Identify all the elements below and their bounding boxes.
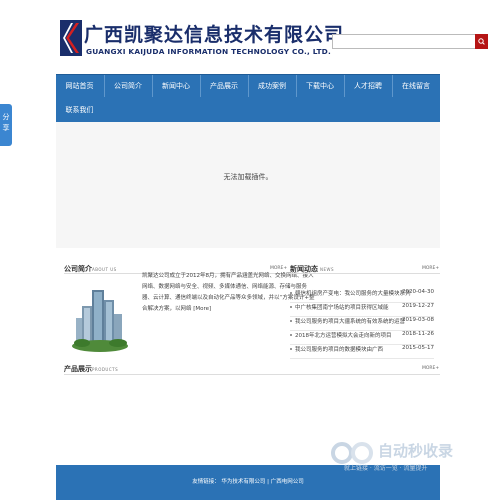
nav-item-downloads[interactable]: 下载中心 [296,75,344,97]
news-item-title[interactable]: 中广核集团南宁场站的项目获得区域能 [295,303,389,311]
news-item[interactable]: 中广核集团南宁场站的项目获得区域能 2019-12-27 [288,303,440,317]
news-item-date: 2019-12-27 [402,303,434,309]
search-icon [478,38,485,45]
company-logo-icon [60,20,82,56]
news-item[interactable]: 疆信机组房产变电：我公司服务的大量模块系列 2020-04-30 [288,289,440,303]
bullet-icon [290,306,292,308]
bullet-icon [290,292,292,294]
nav-item-jobs[interactable]: 人才招聘 [344,75,392,97]
news-section-subtitle: NEWS [320,267,335,272]
row-divider [290,358,434,359]
about-section-subtitle: ABOUT US [92,267,117,272]
nav-item-cases[interactable]: 成功案例 [248,75,296,97]
news-item[interactable]: 2018年北方运营模拟大会走向新的项目 2018-11-26 [288,331,440,345]
nav-item-news[interactable]: 新闻中心 [152,75,200,97]
header: 广西凯聚达信息技术有限公司 GUANGXI KAIJUDA INFORMATIO… [56,12,488,72]
company-name-cn: 广西凯聚达信息技术有限公司 [84,24,345,46]
page-container: 广西凯聚达信息技术有限公司 GUANGXI KAIJUDA INFORMATIO… [56,0,488,500]
company-name-en: GUANGXI KAIJUDA INFORMATION TECHNOLOGY C… [86,47,332,56]
nav-item-about[interactable]: 公司简介 [104,75,152,97]
share-tab-label: 分享 [2,113,10,132]
nav-item-guestbook[interactable]: 在线留言 [392,75,440,97]
news-item[interactable]: 我公司服务的项目的数据模块由广西 2015-05-17 [288,345,440,359]
bullet-icon [290,320,292,322]
section-divider [290,273,440,274]
search-button[interactable] [475,34,488,49]
news-item-date: 2018-11-26 [402,331,434,337]
news-item-title[interactable]: 疆信机组房产变电：我公司服务的大量模块系列 [295,289,411,297]
news-item-title[interactable]: 2018年北方运营模拟大会走向新的项目 [295,331,392,339]
news-item-date: 2015-05-17 [402,345,434,351]
news-item-title[interactable]: 我公司服务的项目的数据模块由广西 [295,345,383,353]
watermark: 自动秒收录 就上链接 · 流访一览 · 流量提升 [330,440,490,480]
news-item-date: 2019-03-08 [402,317,434,323]
products-section-subtitle: PRODUCTS [92,367,119,372]
plugin-error-message: 无法加载插件。 [223,173,273,181]
search-input[interactable] [332,34,476,49]
banner: 无法加载插件。 [56,122,440,248]
nav-item-home[interactable]: 网站首页 [56,75,103,97]
watermark-subtext: 就上链接 · 流访一览 · 流量提升 [344,465,428,472]
news-more-link[interactable]: MORE+ [422,266,439,271]
section-divider [64,374,440,375]
products-section-title: 产品展示 [64,365,92,373]
building-image [70,288,130,354]
news-item-date: 2020-04-30 [402,289,434,295]
nav-item-products[interactable]: 产品展示 [200,75,248,97]
bullet-icon [290,348,292,350]
news-item[interactable]: 我公司服务的项目大疆系统的有效系统的运营 2019-03-08 [288,317,440,331]
products-more-link[interactable]: MORE+ [422,366,439,371]
news-item-title[interactable]: 我公司服务的项目大疆系统的有效系统的运营 [295,317,405,325]
share-tab[interactable]: 分享 [0,104,12,146]
nav-item-contact[interactable]: 联系我们 [56,99,103,121]
main-nav: 网站首页 公司简介 新闻中心 产品展示 成功案例 下载中心 人才招聘 在线留言 … [56,74,440,123]
watermark-text: 自动秒收录 [378,442,454,460]
bullet-icon [290,334,292,336]
